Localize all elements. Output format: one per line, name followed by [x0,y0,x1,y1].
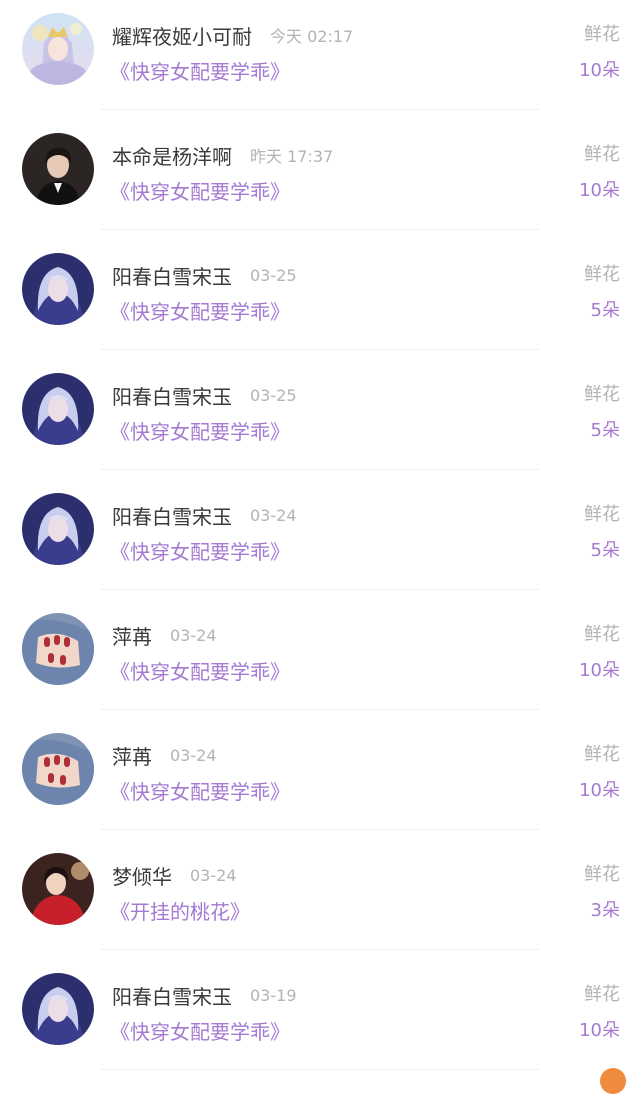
user-name[interactable]: 阳春白雪宋玉 [112,501,232,530]
avatar[interactable] [22,493,94,565]
book-title-link[interactable]: 《快穿女配要学乖》 [110,416,290,445]
timestamp: 今天 02:17 [270,27,354,46]
user-name[interactable]: 梦倾华 [112,861,172,890]
user-name[interactable]: 耀辉夜姬小可耐 [112,21,252,50]
timestamp: 03-24 [170,625,217,645]
avatar[interactable] [22,373,94,445]
book-title-link[interactable]: 《快穿女配要学乖》 [110,296,290,325]
floating-action-badge[interactable] [600,1068,626,1094]
gift-type: 鲜花 [584,504,620,525]
gift-count: 10朵 [579,660,620,681]
list-item[interactable]: 本命是杨洋啊 昨天 17:37 《快穿女配要学乖》 鲜花 10朵 [0,120,640,240]
gift-count: 10朵 [579,780,620,801]
timestamp: 昨天 17:37 [250,147,334,166]
gift-type: 鲜花 [584,624,620,645]
timestamp: 03-24 [170,745,217,765]
book-title-link[interactable]: 《快穿女配要学乖》 [110,776,290,805]
gift-type: 鲜花 [584,264,620,285]
gift-count: 5朵 [590,420,620,441]
timestamp: 03-24 [250,505,297,525]
gift-count: 5朵 [590,540,620,561]
avatar[interactable] [22,973,94,1045]
book-title-link[interactable]: 《快穿女配要学乖》 [110,656,290,685]
gift-type: 鲜花 [584,864,620,885]
avatar[interactable] [22,253,94,325]
gift-count: 5朵 [590,300,620,321]
gift-count: 3朵 [590,900,620,921]
user-name[interactable]: 阳春白雪宋玉 [112,381,232,410]
gift-type: 鲜花 [584,984,620,1005]
gift-type: 鲜花 [584,744,620,765]
user-name[interactable]: 萍苒 [112,621,152,650]
book-title-link[interactable]: 《快穿女配要学乖》 [110,1016,290,1045]
user-name[interactable]: 萍苒 [112,741,152,770]
list-item[interactable]: 阳春白雪宋玉 03-25 《快穿女配要学乖》 鲜花 5朵 [0,360,640,480]
book-title-link[interactable]: 《快穿女配要学乖》 [110,56,290,85]
gift-type: 鲜花 [584,24,620,45]
user-name[interactable]: 阳春白雪宋玉 [112,261,232,290]
timestamp: 03-19 [250,985,297,1005]
gift-count: 10朵 [579,1020,620,1041]
book-title-link[interactable]: 《快穿女配要学乖》 [110,536,290,565]
timestamp: 03-25 [250,385,297,405]
gift-type: 鲜花 [584,384,620,405]
user-name[interactable]: 本命是杨洋啊 [112,141,232,170]
avatar[interactable] [22,853,94,925]
avatar[interactable] [22,13,94,85]
timestamp: 03-25 [250,265,297,285]
avatar[interactable] [22,133,94,205]
gift-count: 10朵 [579,180,620,201]
book-title-link[interactable]: 《快穿女配要学乖》 [110,176,290,205]
avatar[interactable] [22,733,94,805]
list-item[interactable]: 萍苒 03-24 《快穿女配要学乖》 鲜花 10朵 [0,720,640,840]
gift-type: 鲜花 [584,144,620,165]
list-item[interactable]: 梦倾华 03-24 《开挂的桃花》 鲜花 3朵 [0,840,640,960]
avatar[interactable] [22,613,94,685]
gift-count: 10朵 [579,60,620,81]
user-name[interactable]: 阳春白雪宋玉 [112,981,232,1010]
gift-record-list: 耀辉夜姬小可耐 今天 02:17 《快穿女配要学乖》 鲜花 10朵 本命是杨洋啊… [0,0,640,1080]
list-item[interactable]: 耀辉夜姬小可耐 今天 02:17 《快穿女配要学乖》 鲜花 10朵 [0,0,640,120]
list-item[interactable]: 阳春白雪宋玉 03-24 《快穿女配要学乖》 鲜花 5朵 [0,480,640,600]
timestamp: 03-24 [190,865,237,885]
book-title-link[interactable]: 《开挂的桃花》 [110,896,250,925]
list-item[interactable]: 萍苒 03-24 《快穿女配要学乖》 鲜花 10朵 [0,600,640,720]
list-item[interactable]: 阳春白雪宋玉 03-19 《快穿女配要学乖》 鲜花 10朵 [0,960,640,1080]
list-item[interactable]: 阳春白雪宋玉 03-25 《快穿女配要学乖》 鲜花 5朵 [0,240,640,360]
